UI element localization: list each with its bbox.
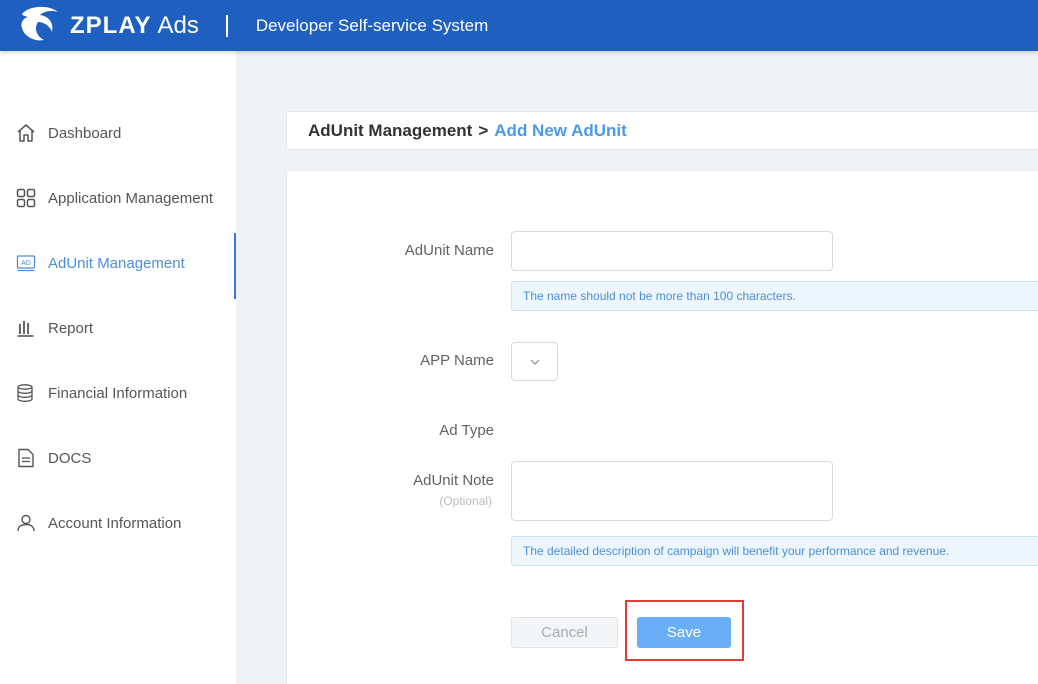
app-name-label: APP Name bbox=[420, 352, 494, 369]
adunit-name-label: AdUnit Name bbox=[404, 242, 494, 259]
sidebar-item-report[interactable]: Report bbox=[0, 306, 236, 350]
brand-suffix: Ads bbox=[157, 11, 199, 39]
sidebar-item-label: Report bbox=[48, 319, 94, 337]
grid-icon bbox=[15, 187, 37, 209]
header-divider bbox=[225, 14, 228, 37]
bar-chart-icon bbox=[15, 317, 37, 339]
adunit-name-input[interactable] bbox=[511, 231, 833, 271]
sidebar-item-adunit-management[interactable]: AD AdUnit Management bbox=[0, 233, 236, 299]
sidebar-item-label: Dashboard bbox=[48, 124, 122, 142]
chevron-down-icon bbox=[530, 359, 539, 365]
adunit-name-hint: The name should not be more than 100 cha… bbox=[511, 281, 1038, 311]
dolphin-logo-icon bbox=[21, 6, 59, 40]
add-adunit-form: AdUnit Name The name should not be more … bbox=[286, 170, 1038, 684]
breadcrumb: AdUnit Management > Add New AdUnit bbox=[286, 111, 1038, 150]
document-icon bbox=[15, 447, 37, 469]
coins-stack-icon bbox=[15, 382, 37, 404]
breadcrumb-separator: > bbox=[478, 120, 489, 140]
sidebar-item-label: Account Information bbox=[48, 514, 182, 532]
sidebar-item-label: AdUnit Management bbox=[48, 254, 185, 272]
save-highlight-box bbox=[625, 600, 744, 661]
svg-text:AD: AD bbox=[21, 260, 31, 267]
breadcrumb-parent-link[interactable]: AdUnit Management bbox=[308, 121, 472, 141]
adunit-note-hint: The detailed description of campaign wil… bbox=[511, 536, 1038, 566]
sidebar-item-label: Application Management bbox=[48, 189, 214, 207]
ad-icon: AD bbox=[15, 252, 37, 274]
cancel-button[interactable]: Cancel bbox=[511, 617, 618, 648]
sidebar-item-dashboard[interactable]: Dashboard bbox=[0, 111, 236, 155]
top-header: ZPLAY Ads Developer Self-service System bbox=[0, 0, 1038, 51]
sidebar-item-label: Financial Information bbox=[48, 384, 188, 402]
brand-name: ZPLAY bbox=[70, 11, 152, 39]
breadcrumb-current: Add New AdUnit bbox=[494, 120, 627, 140]
app-name-select[interactable] bbox=[511, 342, 558, 381]
adunit-note-textarea[interactable] bbox=[511, 461, 833, 521]
ad-type-label: Ad Type bbox=[439, 422, 494, 439]
sidebar-item-financial-information[interactable]: Financial Information bbox=[0, 371, 236, 415]
adunit-note-optional: (Optional) bbox=[439, 494, 492, 508]
brand-logo[interactable]: ZPLAY Ads bbox=[14, 4, 199, 48]
sidebar-item-docs[interactable]: DOCS bbox=[0, 436, 236, 480]
sidebar-item-label: DOCS bbox=[48, 449, 92, 467]
user-icon bbox=[15, 512, 37, 534]
sidebar: Dashboard Application Management AD AdUn… bbox=[0, 51, 236, 684]
sidebar-item-account-information[interactable]: Account Information bbox=[0, 501, 236, 545]
sidebar-item-application-management[interactable]: Application Management bbox=[0, 176, 236, 220]
system-title: Developer Self-service System bbox=[255, 15, 489, 35]
adunit-note-label: AdUnit Note bbox=[413, 472, 494, 489]
home-icon bbox=[15, 122, 37, 144]
